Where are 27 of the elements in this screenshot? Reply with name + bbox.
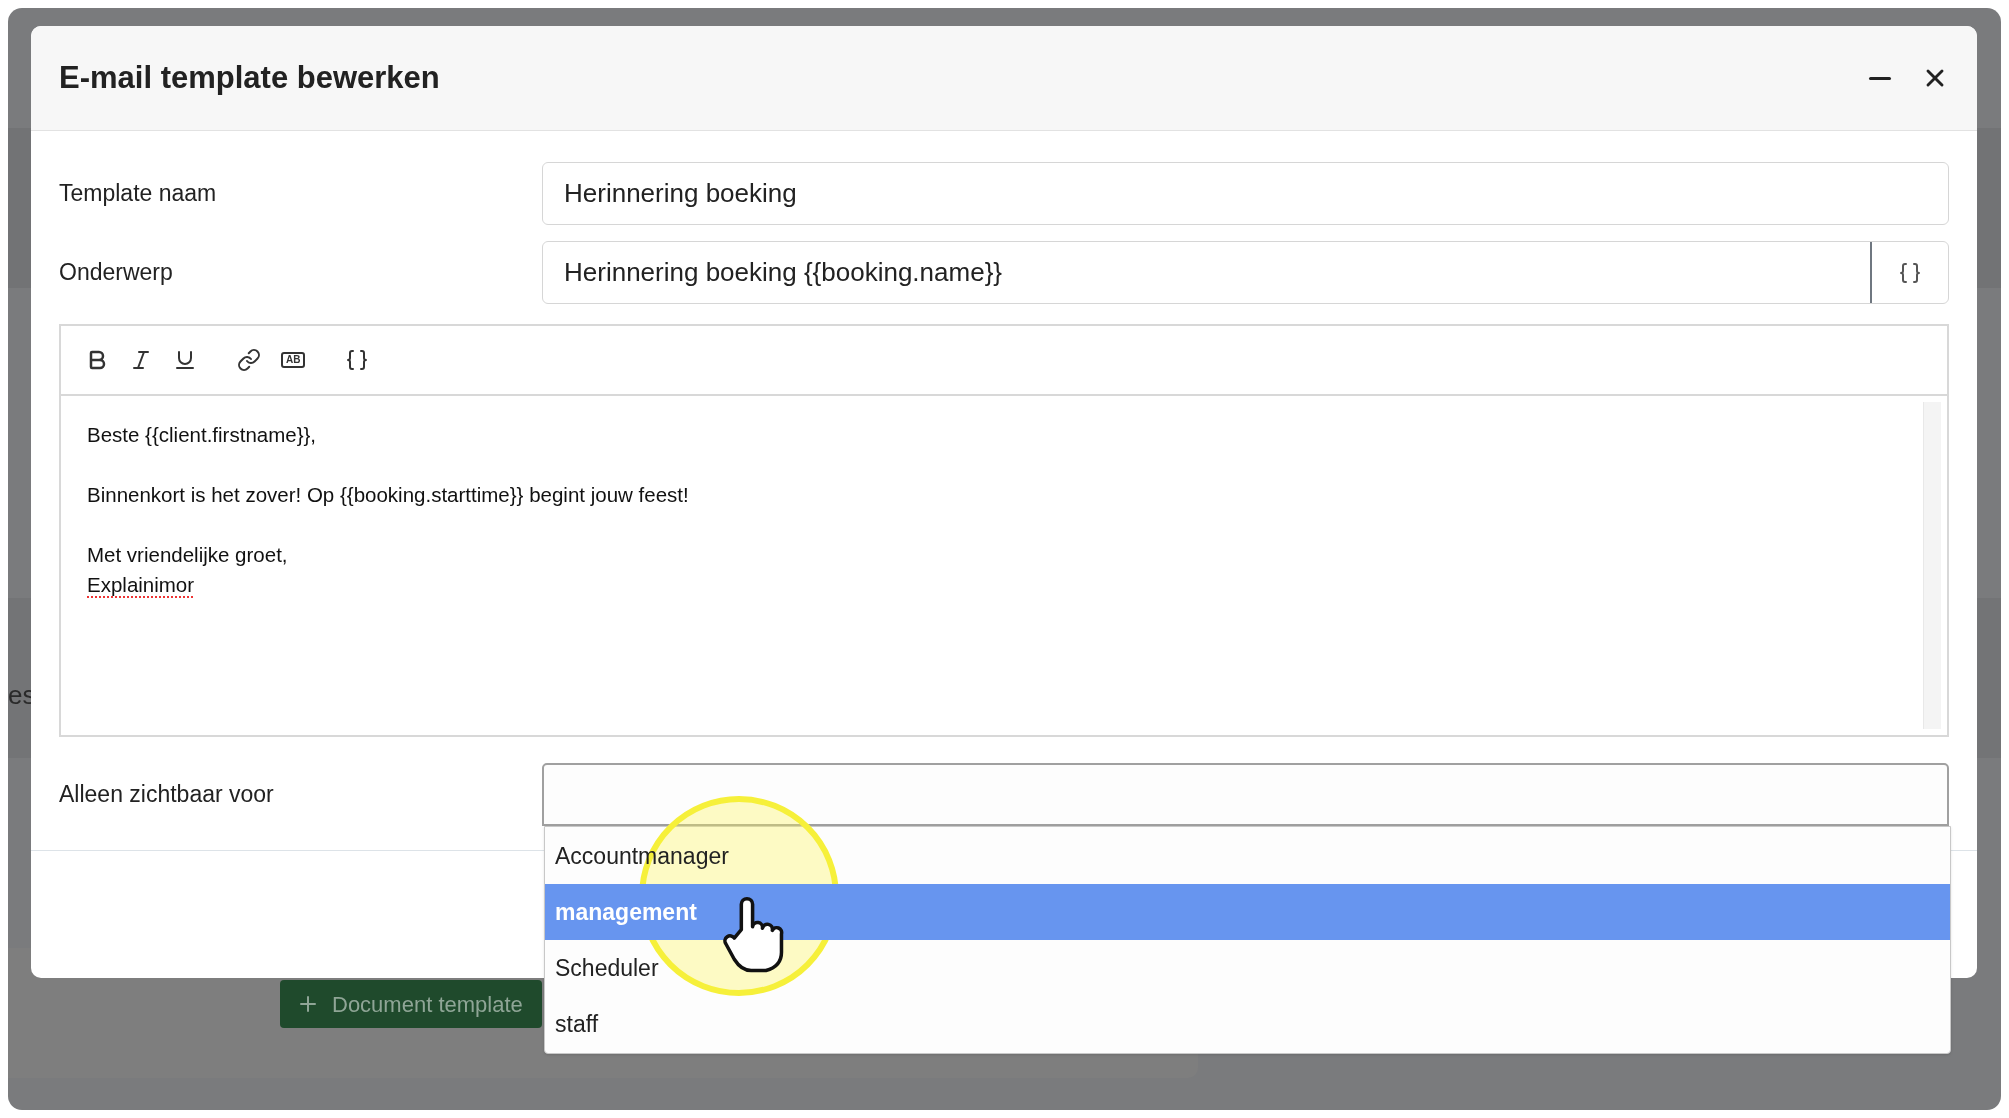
select-field[interactable] xyxy=(542,763,1949,826)
field-value: Herinnering boeking xyxy=(563,177,798,210)
editor-text: Met vriendelijke groet, xyxy=(87,542,288,568)
underline-button[interactable] xyxy=(173,348,197,372)
rich-text-editor[interactable]: AB Beste {{client.firstname}}, Binnenkort is het zover! Op {{booking.starttime}} begint jouw feest! Met vriendelijke groet, Explainimor xyxy=(59,324,1949,737)
braces-icon xyxy=(345,348,370,372)
editor-text: Explainimor xyxy=(87,572,195,598)
dropdown-option[interactable]: staff xyxy=(545,996,1950,1052)
dropdown-option[interactable]: Scheduler xyxy=(545,940,1950,996)
variable-button[interactable] xyxy=(345,348,370,372)
add-document-template-button[interactable]: Document template xyxy=(280,980,542,1028)
link-button[interactable] xyxy=(237,348,261,372)
field-label: Template naam xyxy=(59,179,218,209)
text-field[interactable]: Herinnering boeking xyxy=(542,162,1949,225)
text-field-button[interactable]: AB xyxy=(281,352,306,368)
field-label: Onderwerp xyxy=(59,258,174,288)
braces-icon xyxy=(1898,260,1922,285)
text-field[interactable]: Herinnering boeking {{booking.name}} xyxy=(542,241,1949,304)
field-value: Herinnering boeking {{booking.name}} xyxy=(563,256,1003,289)
field-label: Alleen zichtbaar voor xyxy=(59,780,275,810)
minimize-button[interactable] xyxy=(1869,76,1891,80)
underline-icon xyxy=(173,348,197,372)
editor-text: Beste {{client.firstname}}, xyxy=(87,422,317,448)
minimize-icon xyxy=(1869,76,1891,80)
editor-text: Binnenkort is het zover! Op {{booking.starttime}} begint jouw feest! xyxy=(87,482,689,508)
dialog-title: E-mail template bewerken xyxy=(59,58,441,97)
link-icon xyxy=(237,348,261,372)
